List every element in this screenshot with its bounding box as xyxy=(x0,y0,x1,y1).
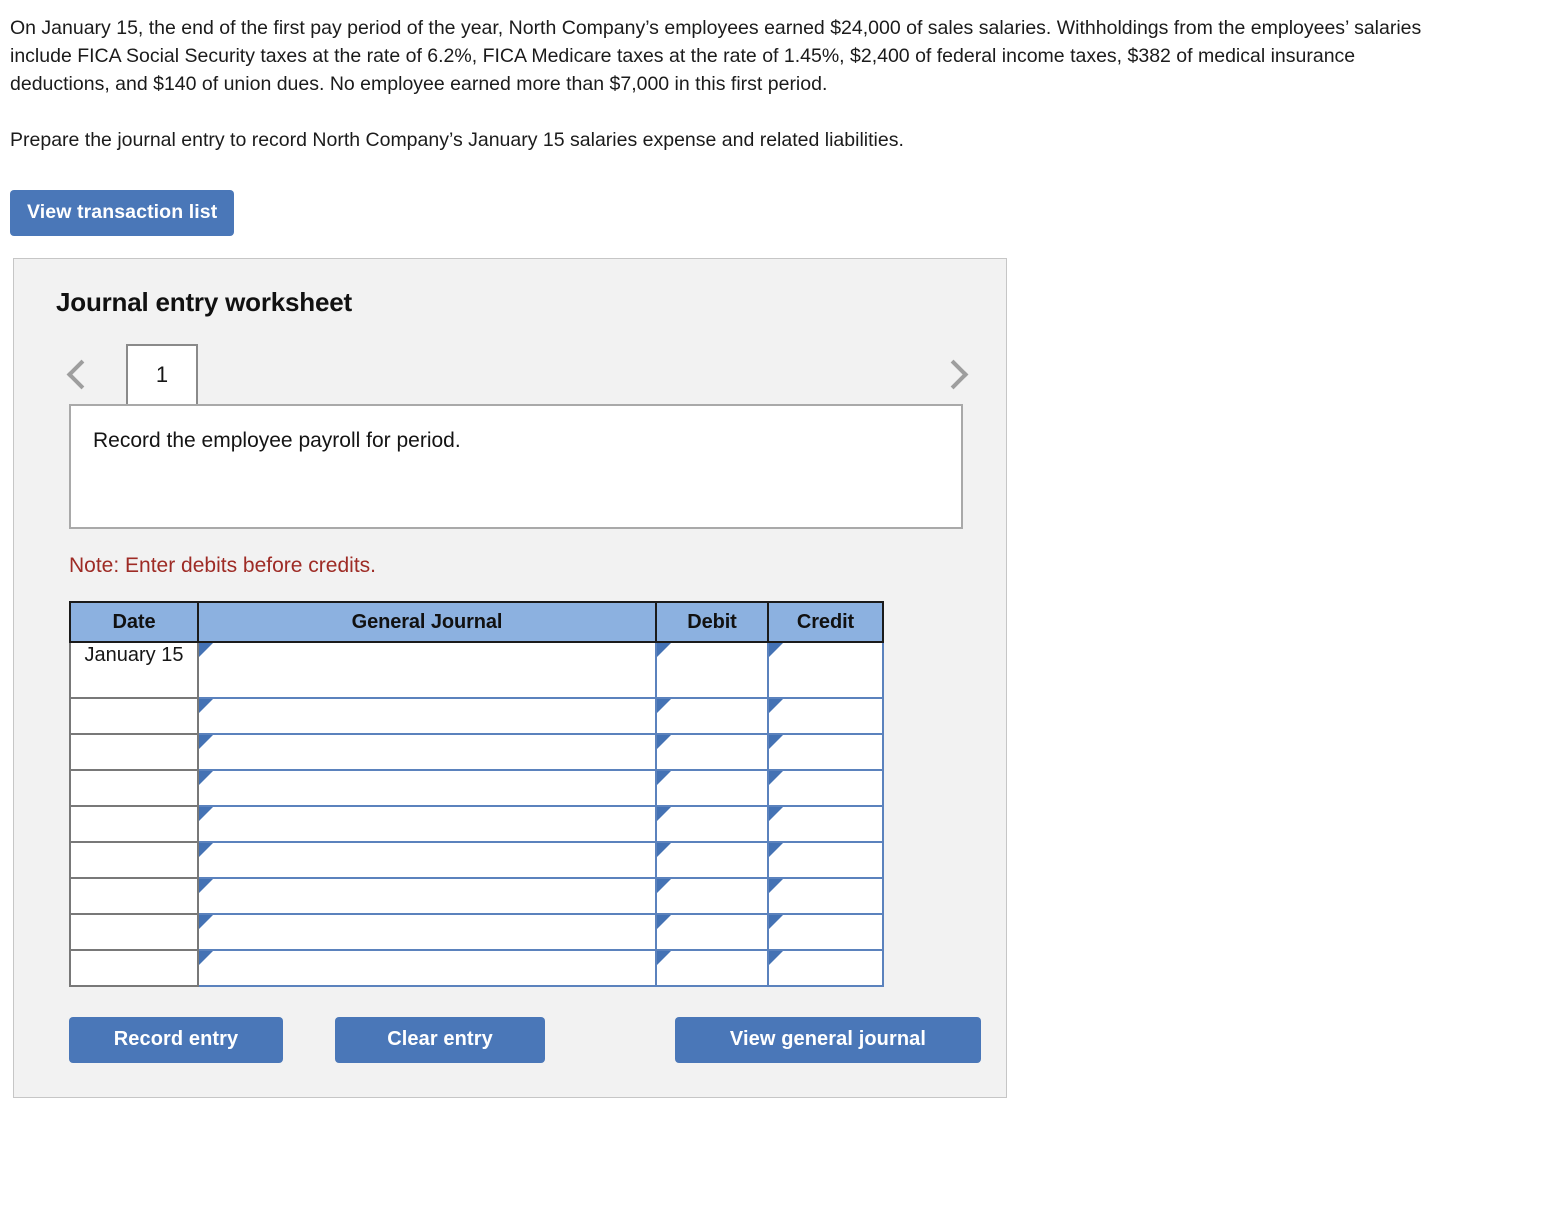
credit-input[interactable] xyxy=(767,805,884,843)
debits-before-credits-note: Note: Enter debits before credits. xyxy=(69,554,376,577)
prev-entry-button[interactable] xyxy=(62,354,97,394)
journal-entry-worksheet-panel: Journal entry worksheet 1 Record the emp… xyxy=(13,258,1007,1098)
date-cell[interactable] xyxy=(69,769,199,807)
view-general-journal-button[interactable]: View general journal xyxy=(675,1017,981,1063)
date-cell[interactable] xyxy=(69,913,199,951)
journal-entry-table: Date General Journal Debit Credit Januar… xyxy=(69,601,884,987)
column-header-general-journal: General Journal xyxy=(197,601,657,643)
column-header-date: Date xyxy=(69,601,199,643)
chevron-right-icon xyxy=(938,359,969,389)
debit-input[interactable] xyxy=(655,877,769,915)
general-journal-input[interactable] xyxy=(197,805,657,843)
column-header-debit: Debit xyxy=(655,601,769,643)
date-cell[interactable] xyxy=(69,841,199,879)
debit-input[interactable] xyxy=(655,841,769,879)
debit-input[interactable] xyxy=(655,805,769,843)
general-journal-input[interactable] xyxy=(197,641,657,699)
table-row xyxy=(69,805,884,843)
debit-input[interactable] xyxy=(655,949,769,987)
table-row xyxy=(69,733,884,771)
question-block: On January 15, the end of the first pay … xyxy=(0,0,1554,154)
credit-input[interactable] xyxy=(767,877,884,915)
transaction-description-box: Record the employee payroll for period. xyxy=(69,404,963,529)
question-paragraph-2: Prepare the journal entry to record Nort… xyxy=(10,129,904,151)
credit-input[interactable] xyxy=(767,913,884,951)
debit-input[interactable] xyxy=(655,769,769,807)
debit-input[interactable] xyxy=(655,641,769,699)
table-header-row: Date General Journal Debit Credit xyxy=(69,601,884,643)
general-journal-input[interactable] xyxy=(197,877,657,915)
table-row xyxy=(69,877,884,915)
general-journal-input[interactable] xyxy=(197,949,657,987)
chevron-left-icon xyxy=(66,359,97,389)
general-journal-input[interactable] xyxy=(197,913,657,951)
journal-table-container: Date General Journal Debit Credit Januar… xyxy=(69,601,884,987)
worksheet-tab-label: 1 xyxy=(155,362,169,387)
column-header-credit: Credit xyxy=(767,601,884,643)
debit-input[interactable] xyxy=(655,697,769,735)
date-cell[interactable] xyxy=(69,733,199,771)
credit-input[interactable] xyxy=(767,697,884,735)
debit-input[interactable] xyxy=(655,913,769,951)
credit-input[interactable] xyxy=(767,949,884,987)
general-journal-input[interactable] xyxy=(197,697,657,735)
record-entry-button[interactable]: Record entry xyxy=(69,1017,283,1063)
credit-input[interactable] xyxy=(767,733,884,771)
credit-input[interactable] xyxy=(767,841,884,879)
general-journal-input[interactable] xyxy=(197,841,657,879)
table-row xyxy=(69,769,884,807)
worksheet-actions: Record entry Clear entry View general jo… xyxy=(69,1017,1006,1063)
question-paragraph-1: On January 15, the end of the first pay … xyxy=(10,17,1422,95)
general-journal-input[interactable] xyxy=(197,769,657,807)
view-transaction-list-button[interactable]: View transaction list xyxy=(10,190,235,236)
table-row xyxy=(69,949,884,987)
date-cell[interactable] xyxy=(69,877,199,915)
general-journal-input[interactable] xyxy=(197,733,657,771)
worksheet-tab-1[interactable]: 1 xyxy=(126,344,198,404)
debit-input[interactable] xyxy=(655,733,769,771)
credit-input[interactable] xyxy=(767,641,884,699)
credit-input[interactable] xyxy=(767,769,884,807)
table-row: January 15 xyxy=(69,641,884,699)
worksheet-title: Journal entry worksheet xyxy=(56,287,352,317)
date-cell[interactable] xyxy=(69,949,199,987)
worksheet-tabstrip: 1 xyxy=(14,344,1006,404)
clear-entry-button[interactable]: Clear entry xyxy=(335,1017,545,1063)
view-transaction-list-container: View transaction list xyxy=(0,154,1554,236)
next-entry-button[interactable] xyxy=(938,354,973,394)
date-cell[interactable] xyxy=(69,697,199,735)
table-row xyxy=(69,697,884,735)
date-cell[interactable]: January 15 xyxy=(69,641,199,699)
table-row xyxy=(69,841,884,879)
table-row xyxy=(69,913,884,951)
date-cell[interactable] xyxy=(69,805,199,843)
transaction-description-text: Record the employee payroll for period. xyxy=(93,429,461,452)
